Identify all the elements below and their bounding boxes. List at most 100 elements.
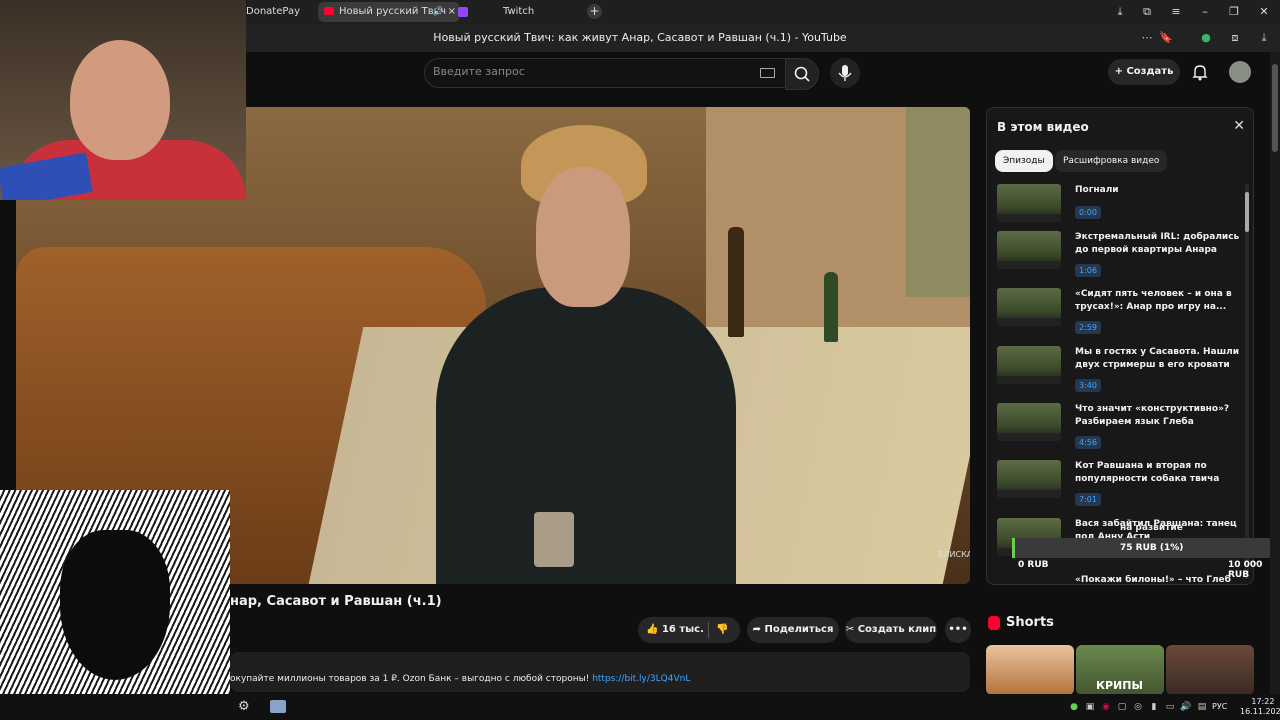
episode-timestamp[interactable]: 3:40: [1075, 379, 1101, 392]
video-frame-person: [436, 287, 736, 584]
channel-watermark: ВЛИСКА: [938, 550, 970, 559]
like-count: 16 тыс.: [661, 624, 704, 635]
search-box[interactable]: Введите запрос: [424, 58, 790, 88]
network-icon[interactable]: ▭: [1164, 701, 1176, 713]
volume-icon[interactable]: 🔊: [1180, 701, 1192, 713]
notifications-button[interactable]: [1190, 62, 1210, 82]
speaker-icon[interactable]: 🔊: [433, 2, 444, 22]
close-tab-icon[interactable]: ×: [448, 2, 456, 22]
donation-amount: 75 RUB (1%): [1120, 543, 1184, 553]
menu-icon[interactable]: ≡: [1168, 4, 1184, 20]
protect-icon[interactable]: ●: [1198, 30, 1214, 46]
create-button[interactable]: + Создать: [1108, 59, 1180, 85]
tray-icon[interactable]: ◉: [1100, 701, 1112, 713]
search-input[interactable]: Введите запрос: [433, 65, 525, 78]
scissors-icon: ✂: [845, 624, 858, 635]
tab-label: DonatePay: [246, 6, 300, 17]
panel-scrollbar-thumb[interactable]: [1245, 192, 1249, 232]
language-indicator[interactable]: РУС: [1212, 702, 1227, 711]
display-icon[interactable]: ▤: [1196, 701, 1208, 713]
tab-donatepay[interactable]: DonatePay: [246, 2, 300, 22]
more-icon[interactable]: ⋯: [1139, 30, 1155, 46]
microphone-icon: [838, 65, 852, 81]
description-box[interactable]: [230, 652, 970, 692]
clip-button[interactable]: ✂ Создать клип: [845, 617, 937, 643]
tab-collections-icon[interactable]: ⧉: [1139, 4, 1155, 20]
episode-timestamp[interactable]: 4:56: [1075, 436, 1101, 449]
video-frame-glass: [534, 512, 574, 567]
episode-item[interactable]: «Покажи билоны!» – что Глеб писал: [997, 574, 1237, 584]
panel-title: В этом видео: [997, 120, 1089, 134]
episode-item[interactable]: Погнали 0:00: [997, 184, 1237, 234]
voice-search-button[interactable]: [830, 58, 860, 88]
settings-icon[interactable]: ⚙: [238, 699, 250, 714]
close-icon[interactable]: ✕: [1233, 118, 1245, 134]
steam-icon[interactable]: ◎: [1132, 701, 1144, 713]
episode-item[interactable]: Кот Равшана и вторая по популярности соб…: [997, 460, 1237, 510]
video-frame-bottle: [824, 272, 838, 342]
episode-thumbnail: [997, 288, 1061, 326]
close-window-icon[interactable]: ✕: [1256, 4, 1272, 20]
episode-title: Кот Равшана и вторая по популярности соб…: [1075, 461, 1220, 484]
like-button[interactable]: 👍 16 тыс.: [646, 617, 704, 643]
video-frame-curtain: [906, 107, 970, 297]
bell-icon: [1192, 65, 1208, 81]
short-label: КРИПЫ: [1096, 679, 1143, 692]
share-button[interactable]: ➦ Поделиться: [747, 617, 839, 643]
restore-icon[interactable]: ❐: [1226, 4, 1242, 20]
youtube-icon: [324, 7, 334, 15]
shorts-title: Shorts: [1006, 615, 1054, 630]
description-link[interactable]: https://bit.ly/3LQ4VnL: [592, 674, 690, 684]
collections-icon[interactable]: ⧈: [1227, 30, 1243, 46]
thumbs-down-icon: 👎: [716, 624, 729, 635]
avatar[interactable]: [1229, 61, 1251, 83]
twitch-icon: [458, 7, 468, 17]
tray-icon[interactable]: ●: [1068, 701, 1080, 713]
short-thumbnail[interactable]: [986, 645, 1074, 695]
video-frame-face: [536, 167, 630, 307]
search-button[interactable]: [785, 58, 819, 90]
episode-timestamp[interactable]: 7:01: [1075, 493, 1101, 506]
dislike-button[interactable]: 👎: [716, 617, 728, 643]
short-thumbnail[interactable]: КРИПЫ: [1076, 645, 1164, 695]
manga-overlay: [0, 490, 230, 720]
more-actions-button[interactable]: •••: [945, 617, 971, 643]
description-body: окупайте миллионы товаров за 1 ₽. Ozon Б…: [230, 674, 590, 684]
chip-transcript[interactable]: Расшифровка видео: [1055, 150, 1168, 172]
app-icon[interactable]: [270, 700, 286, 713]
tab-twitch[interactable]: Twitch: [503, 2, 534, 22]
episode-timestamp[interactable]: 1:06: [1075, 264, 1101, 277]
tab-label: Новый русский Твич: [339, 6, 446, 17]
new-tab-button[interactable]: +: [587, 4, 602, 19]
page-scrollbar-thumb[interactable]: [1272, 64, 1278, 152]
episode-item[interactable]: Что значит «конструктивно»? Разбираем яз…: [997, 403, 1237, 453]
downloads-icon[interactable]: ⤓: [1256, 30, 1272, 46]
clip-label: Создать клип: [857, 624, 937, 635]
like-dislike-group: 👍 16 тыс. 👎: [638, 617, 740, 643]
episode-thumbnail: [997, 346, 1061, 384]
donation-progress-fill: [1012, 538, 1015, 558]
bookmark-icon[interactable]: 🔖: [1158, 30, 1174, 46]
tray-icon[interactable]: ▣: [1084, 701, 1096, 713]
episode-item[interactable]: Экстремальный IRL: добрались до первой к…: [997, 231, 1239, 281]
webcam-overlay: [0, 0, 246, 200]
clock[interactable]: 17:22 16.11.2025: [1240, 697, 1280, 717]
episode-item[interactable]: «Сидят пять человек – и она в трусах!»: …: [997, 288, 1237, 338]
tray-icon[interactable]: ▮: [1148, 701, 1160, 713]
short-thumbnail[interactable]: [1166, 645, 1254, 695]
description-text: окупайте миллионы товаров за 1 ₽. Ozon Б…: [230, 674, 690, 684]
extension-icon[interactable]: ⤓: [1112, 4, 1128, 20]
share-icon: ➦: [752, 624, 765, 635]
episode-timestamp[interactable]: 2:59: [1075, 321, 1101, 334]
episode-thumbnail: [997, 231, 1061, 269]
tab-youtube[interactable]: Новый русский Твич 🔊 ×: [318, 2, 460, 22]
more-icon: •••: [948, 624, 968, 635]
keyboard-icon[interactable]: [760, 68, 775, 78]
webcam-snack: [0, 152, 93, 200]
episode-timestamp[interactable]: 0:00: [1075, 206, 1101, 219]
minimize-icon[interactable]: –: [1197, 4, 1213, 20]
episode-item[interactable]: Мы в гостях у Сасавота. Нашли двух стрим…: [997, 346, 1239, 396]
panel-scrollbar[interactable]: [1245, 184, 1249, 579]
chip-episodes[interactable]: Эпизоды: [995, 150, 1053, 172]
tray-icon[interactable]: ▢: [1116, 701, 1128, 713]
